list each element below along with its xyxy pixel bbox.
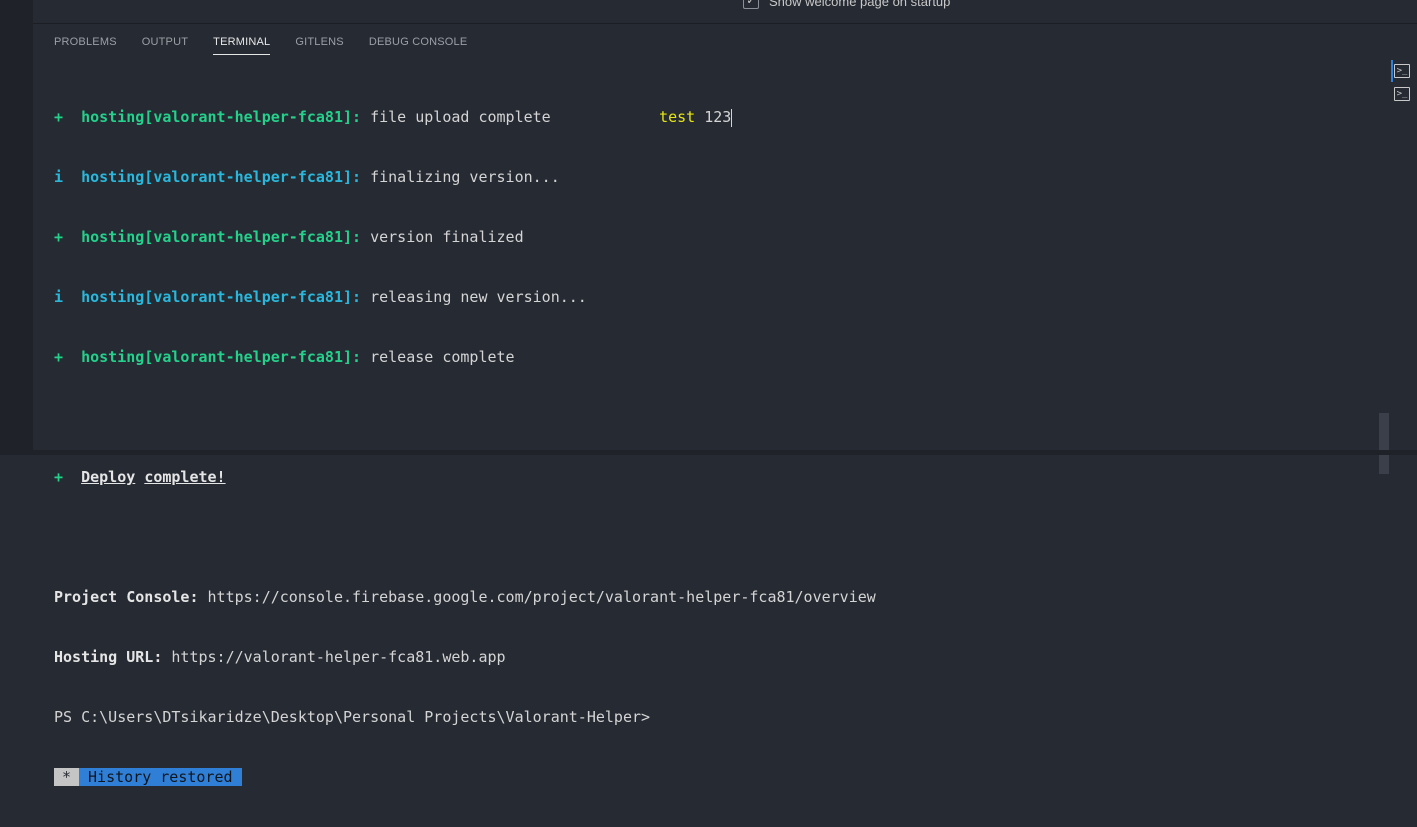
terminal-line: i hosting[valorant-helper-fca81]: finali… xyxy=(54,168,560,186)
editor-strip: ✓ Show welcome page on startup xyxy=(33,0,1417,24)
terminal-icon[interactable]: >_ xyxy=(1394,64,1410,78)
terminal-tabs-rail: >_ >_ xyxy=(1392,60,1417,110)
terminal-line: + hosting[valorant-helper-fca81]: versio… xyxy=(54,228,524,246)
terminal-scrollbar[interactable] xyxy=(1379,413,1389,474)
panel-tabs: PROBLEMS OUTPUT TERMINAL GITLENS DEBUG C… xyxy=(54,34,492,55)
terminal-line: + hosting[valorant-helper-fca81]: releas… xyxy=(54,348,515,366)
tab-output[interactable]: OUTPUT xyxy=(142,34,188,55)
terminal-cursor xyxy=(731,108,733,127)
welcome-checkbox[interactable]: ✓ xyxy=(743,0,759,9)
tab-debug-console[interactable]: DEBUG CONSOLE xyxy=(369,34,468,55)
welcome-label: Show welcome page on startup xyxy=(769,0,951,9)
welcome-startup-option[interactable]: ✓ Show welcome page on startup xyxy=(743,0,950,9)
deploy-complete-line: + Deploy complete! xyxy=(54,468,226,486)
tab-terminal[interactable]: TERMINAL xyxy=(213,34,271,55)
bottom-panel: PROBLEMS OUTPUT TERMINAL GITLENS DEBUG C… xyxy=(33,24,1417,786)
terminal-line: i hosting[valorant-helper-fca81]: releas… xyxy=(54,288,587,306)
project-console-link[interactable]: https://console.firebase.google.com/proj… xyxy=(199,588,876,606)
shell-prompt: PS C:\Users\DTsikaridze\Desktop\Personal… xyxy=(54,708,651,726)
terminal-output[interactable]: + hosting[valorant-helper-fca81]: file u… xyxy=(54,67,876,827)
tab-gitlens[interactable]: GITLENS xyxy=(295,34,343,55)
activity-bar xyxy=(0,0,33,455)
terminal-icon[interactable]: >_ xyxy=(1394,87,1410,101)
window-bottom-edge xyxy=(0,450,1417,455)
tab-problems[interactable]: PROBLEMS xyxy=(54,34,117,55)
history-restored-line: * History restored xyxy=(54,767,876,787)
hosting-url-link[interactable]: https://valorant-helper-fca81.web.app xyxy=(162,648,505,666)
project-console-line: Project Console: https://console.firebas… xyxy=(54,588,876,606)
history-restored-badge: * History restored xyxy=(54,768,242,786)
hosting-url-line: Hosting URL: https://valorant-helper-fca… xyxy=(54,648,506,666)
terminal-line: + hosting[valorant-helper-fca81]: file u… xyxy=(54,108,733,127)
